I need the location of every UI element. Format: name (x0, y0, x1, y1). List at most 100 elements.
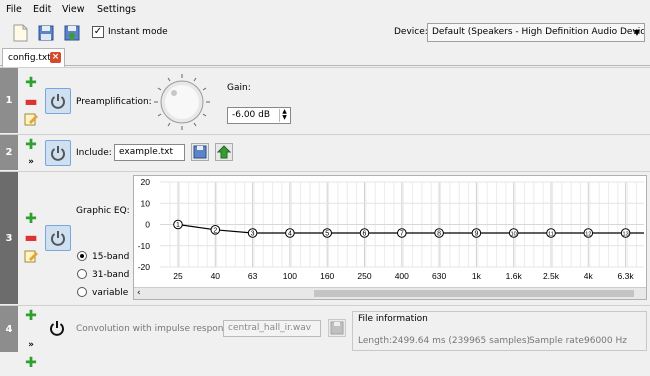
eq-point-label: 13 (623, 232, 629, 238)
power-toggle[interactable] (45, 316, 71, 342)
sample-rate-label: Sample rate: (529, 336, 587, 346)
save-icon (330, 321, 344, 335)
scroll-left-icon[interactable]: ‹ (137, 288, 141, 298)
remove-icon[interactable]: ▬ (24, 95, 38, 109)
power-toggle[interactable] (45, 88, 71, 114)
radio-15-band[interactable] (77, 251, 87, 261)
device-select[interactable]: Default (Speakers - High Definition Audi… (427, 23, 645, 42)
arrow-up-icon (216, 145, 232, 159)
include-input[interactable]: example.txt (114, 144, 185, 161)
x-tick-label: 100 (283, 271, 297, 281)
row-number: 2 (0, 135, 18, 170)
eq-point-label: 6 (363, 231, 367, 238)
length-label: Length: (358, 336, 393, 346)
graphic-eq-label: Graphic EQ: (76, 206, 130, 216)
y-tick-label: -10 (138, 241, 151, 251)
radio-15-band-label: 15-band (92, 252, 130, 262)
edit-icon[interactable] (24, 112, 38, 126)
y-tick-label: -20 (138, 262, 151, 272)
save-icon[interactable] (36, 23, 56, 43)
eq-point-label: 11 (548, 232, 554, 238)
open-file-button[interactable] (191, 143, 209, 161)
row-number: 3 (0, 172, 18, 304)
eq-point-label: 5 (325, 231, 329, 238)
gain-value: -6.00 dB (232, 110, 271, 120)
power-icon (51, 231, 65, 246)
x-tick-label: 63 (248, 271, 258, 281)
preamp-label: Preamplification: (76, 97, 152, 107)
filter-row-convolution: 4 ✚ » Convolution with impulse response:… (0, 305, 650, 352)
x-tick-label: 1.6k (506, 271, 523, 281)
save-icon (193, 145, 207, 159)
x-tick-label: 6.3k (618, 271, 635, 281)
scroll-thumb[interactable] (314, 290, 634, 297)
x-tick-label: 630 (432, 271, 446, 281)
graphic-eq-chart[interactable]: 20 10 0 -10 -20 25 40 63 100 160 250 400 630 1k 1.6k 2.… (133, 175, 647, 300)
filter-row-preamp: 1 ✚ ▬ Preamplification: Gain: -6.00 dB ▲… (0, 67, 650, 133)
preamp-knob[interactable] (152, 72, 212, 132)
eq-plot[interactable]: 20100-10-2025 40 63 100 160 250 400 630 1k 1.6k 2.… (134, 176, 646, 287)
close-icon[interactable]: × (50, 52, 61, 63)
impulse-file-input[interactable]: central_hall_ir.wav (223, 320, 321, 337)
tab-bar: config.txt × (0, 46, 650, 67)
device-value: Default (Speakers - High Definition Audi… (432, 27, 645, 37)
power-toggle[interactable] (45, 140, 71, 166)
remove-icon[interactable]: ▬ (24, 231, 38, 245)
export-icon[interactable] (62, 23, 82, 43)
new-file-icon[interactable] (10, 23, 30, 43)
add-icon[interactable]: ✚ (24, 76, 38, 90)
expand-icon[interactable]: » (24, 338, 38, 352)
expand-icon[interactable]: » (24, 155, 38, 169)
x-tick-label: 1k (472, 271, 482, 281)
eq-point-label: 8 (437, 231, 441, 238)
add-icon[interactable]: ✚ (24, 309, 38, 323)
filter-row-include: 2 ✚ » Include: example.txt (0, 134, 650, 170)
open-impulse-button[interactable] (328, 319, 346, 337)
x-tick-label: 160 (320, 271, 334, 281)
include-label: Include: (76, 148, 112, 158)
add-icon[interactable]: ✚ (24, 138, 38, 152)
go-up-button[interactable] (215, 143, 233, 161)
add-filter-icon[interactable]: ✚ (24, 356, 38, 370)
eq-point-label: 7 (400, 231, 404, 238)
radio-variable-label: variable (92, 288, 129, 298)
tab-label: config.txt (8, 53, 51, 63)
eq-point-label: 4 (288, 231, 292, 238)
power-toggle[interactable] (45, 225, 71, 251)
radio-variable[interactable] (77, 287, 87, 297)
gain-label: Gain: (227, 83, 251, 93)
menu-settings[interactable]: Settings (97, 4, 136, 15)
horizontal-scrollbar[interactable]: ‹ (134, 287, 646, 299)
menu-edit[interactable]: Edit (33, 4, 51, 15)
include-value: example.txt (119, 147, 173, 157)
power-icon (51, 146, 65, 161)
instant-mode-checkbox[interactable]: ✓ (92, 26, 104, 38)
instant-mode-label: Instant mode (108, 27, 168, 37)
chevron-down-icon: ▼ (633, 28, 640, 37)
x-tick-label: 4k (584, 271, 594, 281)
tab-config[interactable]: config.txt × (2, 48, 65, 67)
row-number: 1 (0, 68, 18, 133)
x-tick-label: 2.5k (543, 271, 560, 281)
length-value: 2499.64 ms (239965 samples) (392, 336, 531, 346)
spin-arrows-icon[interactable]: ▲ ▼ (279, 109, 289, 122)
eq-curve-line (177, 223, 644, 234)
sample-rate-value: 96000 Hz (584, 336, 627, 346)
x-tick-label: 400 (395, 271, 409, 281)
filter-row-graphic-eq: 3 ✚ ▬ Graphic EQ: 15-band 31-band variab… (0, 171, 650, 304)
power-icon (50, 321, 64, 336)
menu-view[interactable]: View (62, 4, 85, 15)
device-label: Device: (394, 27, 428, 37)
eq-point-label: 3 (251, 231, 255, 238)
gain-input[interactable]: -6.00 dB ▲ ▼ (227, 107, 291, 124)
toolbar: ✓ Instant mode Device: Default (Speakers… (0, 20, 650, 46)
edit-icon[interactable] (24, 249, 38, 263)
radio-31-band[interactable] (77, 269, 87, 279)
radio-31-band-label: 31-band (92, 270, 130, 280)
impulse-file-value: central_hall_ir.wav (228, 323, 312, 333)
menu-file[interactable]: File (6, 4, 22, 15)
file-information-group: File information Length: 2499.64 ms (239… (352, 311, 647, 351)
menu-bar: File Edit View Settings (0, 0, 650, 20)
add-icon[interactable]: ✚ (24, 212, 38, 226)
x-tick-label: 40 (211, 271, 221, 281)
